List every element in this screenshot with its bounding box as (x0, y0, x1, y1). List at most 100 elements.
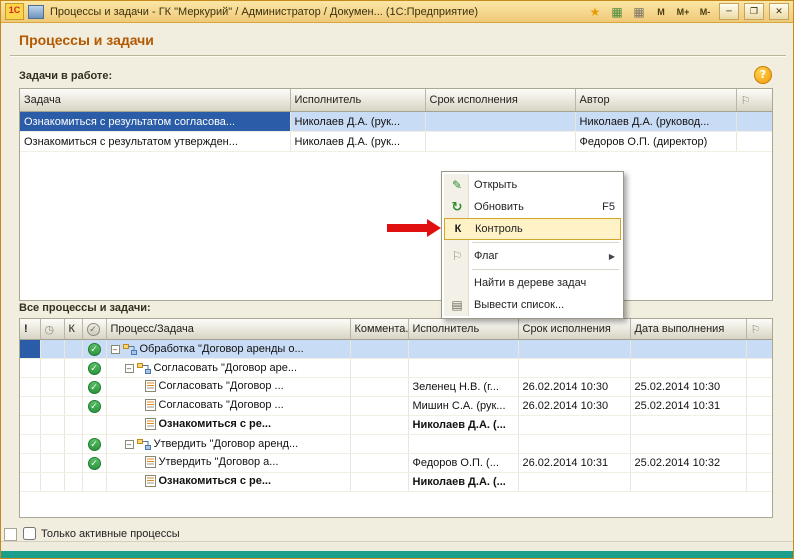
cell-flag[interactable] (746, 396, 772, 416)
cell-due[interactable] (518, 358, 631, 378)
col-task[interactable]: Задача (20, 89, 291, 112)
cell-done[interactable]: 25.02.2014 10:31 (630, 396, 747, 416)
cell-control[interactable] (64, 358, 83, 378)
calculator-icon[interactable]: ▦ (608, 4, 626, 20)
cell-flag[interactable] (746, 358, 772, 378)
cell-process-task[interactable]: Ознакомиться с ре... (106, 472, 351, 492)
cell-control[interactable] (64, 415, 83, 435)
cell-control[interactable] (64, 453, 83, 473)
cell-due[interactable]: 26.02.2014 10:30 (518, 377, 631, 397)
cell-done[interactable] (630, 358, 747, 378)
calendar-icon[interactable]: ▦ (630, 4, 648, 20)
minimize-button[interactable]: ─ (719, 3, 739, 20)
cell-comment[interactable] (350, 377, 409, 397)
cell-flag[interactable] (746, 339, 772, 359)
col-control[interactable]: К (64, 319, 83, 340)
menu-item-find-in-tree[interactable]: Найти в дереве задач (444, 272, 621, 294)
active-only-checkbox[interactable] (23, 527, 36, 540)
memory-m-button[interactable]: M (652, 4, 670, 20)
close-button[interactable]: ✕ (769, 3, 789, 20)
process-row[interactable]: ✓ – Обработка "Договор аренды о... (20, 339, 772, 359)
cell-importance[interactable] (20, 472, 41, 492)
cell-comment[interactable] (350, 472, 409, 492)
cell-status[interactable] (40, 434, 65, 454)
cell-completed[interactable] (82, 472, 107, 492)
cell-importance[interactable] (20, 396, 41, 416)
cell-completed[interactable]: ✓ (82, 358, 107, 378)
cell-completed[interactable]: ✓ (82, 453, 107, 473)
cell-process-task[interactable]: Согласовать "Договор ... (106, 377, 351, 397)
cell-status[interactable] (40, 453, 65, 473)
menu-item-flag[interactable]: ⚐ Флаг ▶ (444, 245, 621, 267)
cell-importance[interactable] (20, 358, 41, 378)
cell-due[interactable] (518, 339, 631, 359)
col-status[interactable]: ◷ (40, 319, 65, 340)
cell-process-task[interactable]: – Утвердить "Договор аренд... (106, 434, 351, 454)
favorites-star-icon[interactable]: ★ (586, 4, 604, 20)
cell-comment[interactable] (350, 339, 409, 359)
cell-executor[interactable]: Федоров О.П. (... (408, 453, 519, 473)
cell-done[interactable]: 25.02.2014 10:30 (630, 377, 747, 397)
task-row[interactable]: Ознакомиться с ре... Николаев Д.А. (... (20, 415, 772, 435)
cell-status[interactable] (40, 415, 65, 435)
menu-item-refresh[interactable]: ↻ Обновить F5 (444, 196, 621, 218)
cell-importance[interactable] (20, 434, 41, 454)
cell-due[interactable]: 26.02.2014 10:30 (518, 396, 631, 416)
cell-executor[interactable]: Николаев Д.А. (рук... (290, 111, 426, 132)
col-completed[interactable]: ✓ (82, 319, 107, 340)
col-done-date[interactable]: Дата выполнения (630, 319, 747, 340)
cell-comment[interactable] (350, 453, 409, 473)
cell-task[interactable]: Ознакомиться с результатом согласова... (20, 111, 291, 132)
cell-completed[interactable]: ✓ (82, 377, 107, 397)
cell-flag[interactable] (746, 434, 772, 454)
cell-done[interactable] (630, 339, 747, 359)
cell-importance[interactable] (20, 377, 41, 397)
cell-importance[interactable] (20, 453, 41, 473)
tree-expander[interactable]: – (124, 439, 134, 449)
cell-process-task[interactable]: – Согласовать "Договор аре... (106, 358, 351, 378)
cell-executor[interactable]: Николаев Д.А. (рук... (290, 131, 426, 152)
cell-status[interactable] (40, 396, 65, 416)
help-button[interactable]: ? (754, 66, 772, 84)
tree-expander[interactable]: – (110, 344, 120, 354)
cell-importance[interactable] (20, 415, 41, 435)
cell-process-task[interactable]: Ознакомиться с ре... (106, 415, 351, 435)
task-row[interactable]: Ознакомиться с результатом утвержден... … (20, 131, 772, 152)
cell-flag[interactable] (746, 453, 772, 473)
col-process-task[interactable]: Процесс/Задача (106, 319, 351, 340)
tree-expander[interactable]: – (124, 363, 134, 373)
cell-due[interactable] (518, 415, 631, 435)
system-menu-icon[interactable] (28, 4, 44, 19)
menu-item-control[interactable]: К Контроль (444, 218, 621, 240)
col-executor[interactable]: Исполнитель (290, 89, 426, 112)
col-executor2[interactable]: Исполнитель (408, 319, 519, 340)
cell-executor[interactable]: Мишин С.А. (рук... (408, 396, 519, 416)
cell-flag[interactable] (736, 131, 772, 152)
cell-comment[interactable] (350, 358, 409, 378)
cell-control[interactable] (64, 339, 83, 359)
cell-control[interactable] (64, 472, 83, 492)
task-row[interactable]: Ознакомиться с ре... Николаев Д.А. (... (20, 472, 772, 492)
cell-task[interactable]: Ознакомиться с результатом утвержден... (20, 131, 291, 152)
cell-flag[interactable] (746, 472, 772, 492)
cell-completed[interactable]: ✓ (82, 396, 107, 416)
memory-m-minus-button[interactable]: M- (696, 4, 714, 20)
cell-status[interactable] (40, 377, 65, 397)
cell-executor[interactable] (408, 434, 519, 454)
cell-done[interactable] (630, 472, 747, 492)
col-due[interactable]: Срок исполнения (425, 89, 576, 112)
task-row[interactable]: Ознакомиться с результатом согласова... … (20, 111, 772, 132)
cell-completed[interactable] (82, 415, 107, 435)
active-only-checkbox-row[interactable]: Только активные процессы (23, 527, 180, 540)
process-row[interactable]: ✓ – Утвердить "Договор аренд... (20, 434, 772, 454)
cell-executor[interactable]: Зеленец Н.В. (г... (408, 377, 519, 397)
cell-status[interactable] (40, 339, 65, 359)
col-importance[interactable]: ! (20, 319, 41, 340)
cell-flag[interactable] (736, 111, 772, 132)
cell-control[interactable] (64, 396, 83, 416)
cell-comment[interactable] (350, 415, 409, 435)
col-comment[interactable]: Коммента... (350, 319, 409, 340)
cell-status[interactable] (40, 358, 65, 378)
cell-executor[interactable] (408, 358, 519, 378)
task-row[interactable]: ✓ Согласовать "Договор ... Зеленец Н.В. … (20, 377, 772, 397)
